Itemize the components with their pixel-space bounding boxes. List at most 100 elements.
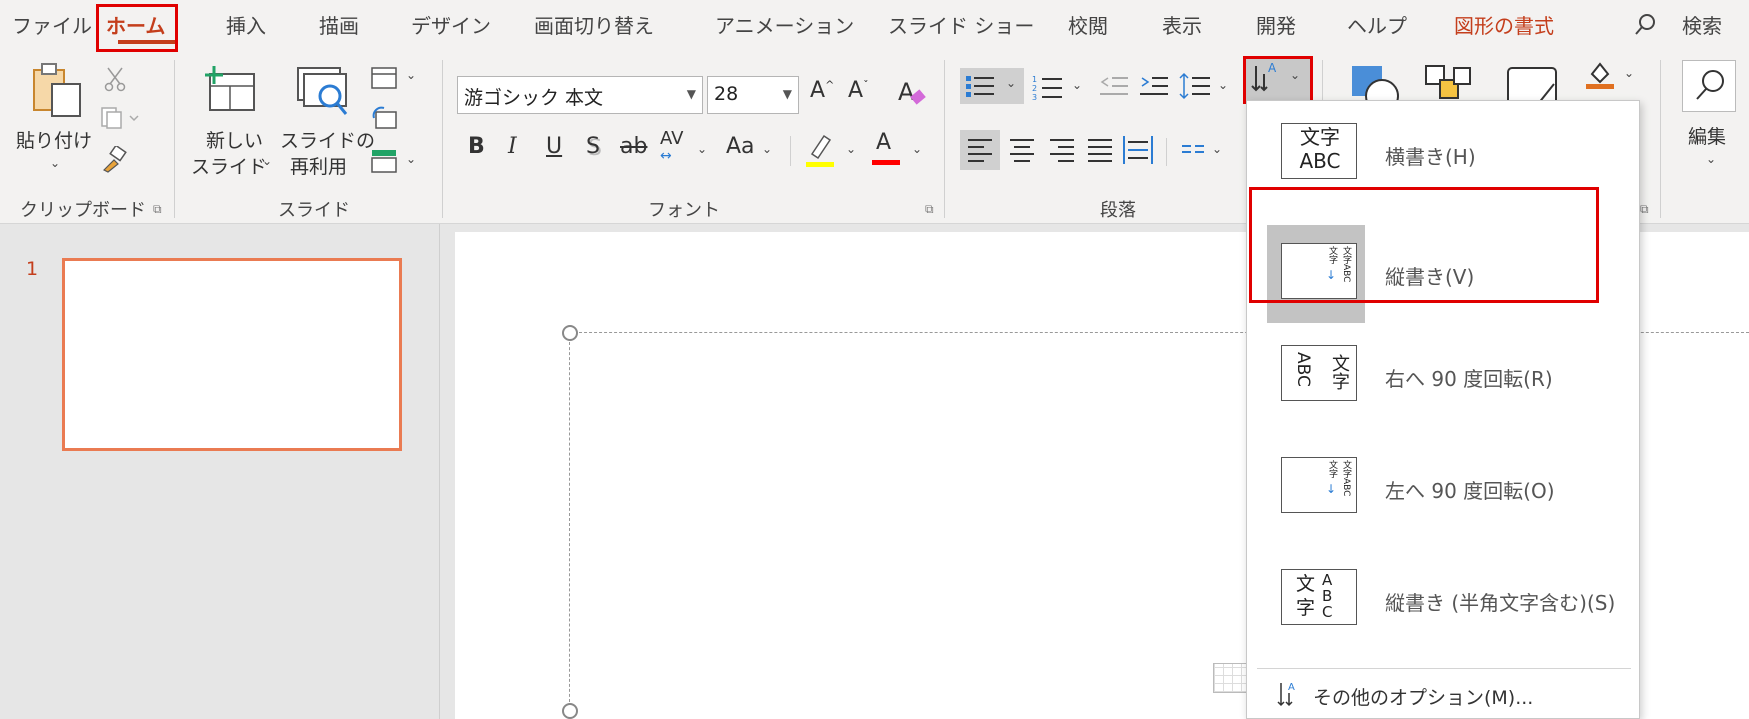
search-icon[interactable] [1633, 12, 1659, 38]
font-color-chevron-icon[interactable]: ⌄ [912, 142, 922, 156]
paste-icon[interactable] [30, 62, 86, 120]
shrink-font-icon[interactable]: Aˇ [848, 78, 869, 103]
numbering-chevron-icon[interactable]: ⌄ [1072, 78, 1082, 92]
more-options-label: その他のオプション(M)... [1313, 687, 1534, 709]
svg-text:3: 3 [1032, 93, 1037, 102]
format-painter-icon[interactable] [100, 146, 128, 174]
highlight-chevron-icon[interactable]: ⌄ [846, 142, 856, 156]
shrink-font-letter: A [848, 78, 864, 103]
new-slide-icon[interactable] [204, 64, 258, 116]
insert-table-icon[interactable] [1213, 663, 1247, 693]
tab-help[interactable]: ヘルプ [1347, 10, 1407, 39]
highlight-icon[interactable] [804, 132, 836, 168]
text-shadow-icon[interactable]: S [586, 134, 600, 159]
copy-icon[interactable] [100, 106, 140, 130]
reuse-slides-label-1[interactable]: スライドの [280, 126, 375, 153]
font-size-value: 28 [714, 83, 739, 105]
more-options-a: A [1288, 682, 1295, 693]
stacked-icon-abc: ABC [1322, 571, 1333, 621]
align-left-button[interactable] [960, 130, 1000, 170]
align-right-icon[interactable] [1042, 130, 1082, 170]
bullets-chevron-icon[interactable]: ⌄ [1006, 76, 1016, 90]
text-direction-menu: 文字 ABC 横書き(H) 文字ABC 文字 ↓ 縦書き(V) 文字 ABC 右… [1246, 100, 1640, 719]
font-color-icon[interactable]: A [872, 130, 900, 165]
tab-shape-format[interactable]: 図形の書式 [1454, 10, 1554, 39]
line-spacing-icon[interactable] [1178, 70, 1212, 102]
tab-design[interactable]: デザイン [411, 10, 491, 39]
menu-item-rotate-left[interactable]: 文字ABC 文字 ↓ 左へ 90 度回転(O) [1247, 435, 1641, 547]
font-size-chevron-icon[interactable]: ▼ [783, 87, 792, 101]
distributed-icon[interactable] [1118, 130, 1158, 170]
increase-indent-icon[interactable] [1138, 72, 1170, 102]
strikethrough-icon[interactable]: ab [620, 134, 647, 159]
reset-slide-icon[interactable] [370, 106, 398, 132]
tab-developer[interactable]: 開発 [1256, 10, 1296, 39]
group-separator [174, 60, 175, 218]
line-spacing-chevron-icon[interactable]: ⌄ [1218, 78, 1228, 92]
tab-review[interactable]: 校閲 [1068, 10, 1108, 39]
shape-fill-chevron-icon[interactable]: ⌄ [1624, 66, 1634, 80]
character-spacing-icon[interactable]: AV ↔ [660, 128, 683, 164]
menu-bar: ファイル ホーム 挿入 描画 デザイン 画面切り替え アニメーション スライド … [0, 0, 1749, 52]
tab-animations[interactable]: アニメーション [715, 10, 854, 39]
editing-button-label[interactable]: 編集 [1688, 122, 1726, 149]
new-slide-chevron-icon[interactable]: ⌄ [262, 154, 272, 168]
case-chevron-icon[interactable]: ⌄ [762, 142, 772, 156]
clear-formatting-icon[interactable]: A [896, 76, 928, 110]
tab-insert[interactable]: 挿入 [226, 10, 266, 39]
shape-fill-icon[interactable] [1584, 60, 1618, 90]
slide-number: 1 [26, 258, 39, 280]
align-center-icon[interactable] [1002, 130, 1042, 170]
menu-item-stacked[interactable]: 文字 ABC 縦書き (半角文字含む)(S) [1247, 547, 1641, 659]
menu-item-more-options[interactable]: A その他のオプション(M)... [1247, 671, 1641, 719]
editing-chevron-icon[interactable]: ⌄ [1706, 152, 1716, 166]
clipboard-launcher-icon[interactable]: ⧉ [153, 202, 162, 217]
find-button[interactable] [1682, 60, 1736, 112]
tab-file[interactable]: ファイル [12, 10, 92, 39]
menu-item-rotate-right[interactable]: 文字 ABC 右へ 90 度回転(R) [1247, 323, 1641, 435]
rotate-right-text: 文字 ABC [1290, 352, 1350, 396]
tab-transitions[interactable]: 画面切り替え [534, 10, 654, 39]
tab-slideshow[interactable]: スライド ショー [888, 10, 1034, 39]
reuse-slides-label-2[interactable]: 再利用 [290, 152, 347, 179]
drawing-launcher-icon[interactable]: ⧉ [1640, 202, 1649, 217]
new-slide-label-1[interactable]: 新しい [206, 126, 263, 153]
underline-icon[interactable]: U [546, 134, 562, 159]
tab-search[interactable]: 検索 [1682, 10, 1722, 39]
layout-chevron-icon[interactable]: ⌄ [406, 68, 416, 82]
align-left-icon [968, 139, 992, 162]
tab-draw[interactable]: 描画 [319, 10, 359, 39]
paste-chevron-icon[interactable]: ⌄ [50, 156, 60, 170]
paste-button-label[interactable]: 貼り付け [16, 126, 92, 153]
svg-text:1: 1 [1032, 75, 1037, 84]
bullets-button[interactable]: ⌄ [960, 68, 1024, 104]
reuse-slides-icon[interactable] [296, 64, 352, 118]
change-case-icon[interactable]: Aa [726, 134, 755, 159]
justify-icon[interactable] [1080, 130, 1120, 170]
font-name-combobox[interactable]: 游ゴシック 本文 ▼ [457, 76, 703, 114]
section-chevron-icon[interactable]: ⌄ [406, 152, 416, 166]
layout-icon[interactable] [370, 66, 398, 90]
font-name-chevron-icon[interactable]: ▼ [687, 87, 696, 101]
font-size-combobox[interactable]: 28 ▼ [707, 76, 799, 114]
new-slide-label-2[interactable]: スライド [191, 152, 267, 179]
resize-handle-bottom-left[interactable] [562, 703, 578, 719]
tab-view[interactable]: 表示 [1162, 10, 1202, 39]
svg-text:2: 2 [1032, 84, 1037, 93]
font-launcher-icon[interactable]: ⧉ [925, 202, 934, 217]
cut-icon[interactable] [104, 66, 126, 92]
resize-handle-top-left[interactable] [562, 325, 578, 341]
slides-group-label: スライド [278, 200, 350, 221]
decrease-indent-icon[interactable] [1098, 72, 1130, 102]
columns-icon[interactable] [1178, 136, 1208, 166]
columns-chevron-icon[interactable]: ⌄ [1212, 142, 1222, 156]
vertical-item-highlight-box [1249, 187, 1599, 303]
spacing-chevron-icon[interactable]: ⌄ [697, 142, 707, 156]
bold-icon[interactable]: B [468, 134, 485, 159]
italic-icon[interactable]: I [508, 134, 517, 159]
menu-item-horizontal-label: 横書き(H) [1385, 145, 1476, 169]
section-icon[interactable] [370, 148, 398, 174]
slide-thumbnail[interactable] [62, 258, 402, 451]
grow-font-icon[interactable]: A^ [810, 78, 834, 103]
numbering-icon[interactable]: 1 2 3 [1030, 70, 1066, 104]
